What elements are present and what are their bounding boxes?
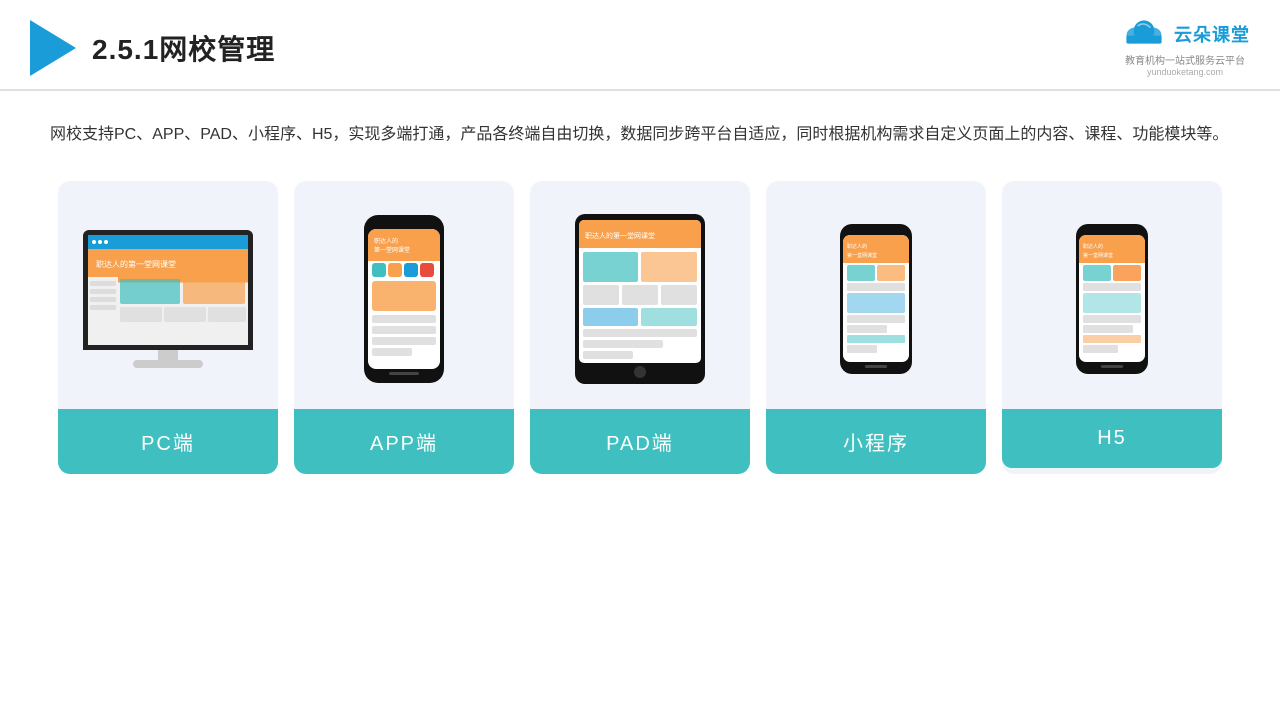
svg-text:第一堂网课堂: 第一堂网课堂 xyxy=(374,246,410,254)
card-label-app: APP端 xyxy=(294,409,514,474)
svg-text:职达人的第一堂网课堂: 职达人的第一堂网课堂 xyxy=(585,231,655,240)
card-h5: 职达人的 第一堂网课堂 xyxy=(1002,181,1222,474)
svg-text:职达人的: 职达人的 xyxy=(847,243,867,250)
brand-name: 云朵课堂 xyxy=(1174,21,1250,47)
svg-text:第一堂网课堂: 第一堂网课堂 xyxy=(847,252,877,259)
header-left: 2.5.1网校管理 xyxy=(30,20,275,76)
card-label-miniprogram: 小程序 xyxy=(766,409,986,474)
card-image-miniprogram: 职达人的 第一堂网课堂 xyxy=(776,199,976,399)
description-text: 网校支持PC、APP、PAD、小程序、H5，实现多端打通，产品各终端自由切换，数… xyxy=(50,119,1230,151)
card-image-app: 职达人的 第一堂网课堂 xyxy=(304,199,504,399)
card-label-h5: H5 xyxy=(1002,409,1222,468)
header-right: 云朵课堂 教育机构一站式服务云平台 yunduoketang.com xyxy=(1120,18,1250,77)
card-image-h5: 职达人的 第一堂网课堂 xyxy=(1012,199,1212,399)
pc-mockup: 职达人的第一堂网课堂 xyxy=(83,230,253,368)
phone-mockup-app: 职达人的 第一堂网课堂 xyxy=(364,215,444,383)
page-title: 2.5.1网校管理 xyxy=(92,28,275,68)
card-label-pad: PAD端 xyxy=(530,409,750,474)
card-image-pad: 职达人的第一堂网课堂 xyxy=(540,199,740,399)
logo-icon xyxy=(30,20,76,76)
card-pad: 职达人的第一堂网课堂 xyxy=(530,181,750,474)
svg-text:职达人的: 职达人的 xyxy=(374,237,398,245)
svg-text:职达人的第一堂网课堂: 职达人的第一堂网课堂 xyxy=(96,259,176,269)
svg-text:职达人的: 职达人的 xyxy=(1083,243,1103,250)
card-pc: 职达人的第一堂网课堂 xyxy=(58,181,278,474)
brand-url: yunduoketang.com xyxy=(1147,67,1223,77)
brand-tagline: 教育机构一站式服务云平台 xyxy=(1125,52,1245,67)
card-miniprogram: 职达人的 第一堂网课堂 xyxy=(766,181,986,474)
header: 2.5.1网校管理 云朵课堂 教育机构一站式服务云平台 yunduoketang… xyxy=(0,0,1280,91)
svg-text:第一堂网课堂: 第一堂网课堂 xyxy=(1083,252,1113,259)
platform-cards: 职达人的第一堂网课堂 xyxy=(50,181,1230,474)
card-label-pc: PC端 xyxy=(58,409,278,474)
main-content: 网校支持PC、APP、PAD、小程序、H5，实现多端打通，产品各终端自由切换，数… xyxy=(0,91,1280,494)
brand-logo: 云朵课堂 xyxy=(1120,18,1250,50)
phone-mini-mockup-h5: 职达人的 第一堂网课堂 xyxy=(1076,224,1148,374)
phone-mini-mockup-miniprogram: 职达人的 第一堂网课堂 xyxy=(840,224,912,374)
card-image-pc: 职达人的第一堂网课堂 xyxy=(68,199,268,399)
tablet-mockup: 职达人的第一堂网课堂 xyxy=(575,214,705,384)
card-app: 职达人的 第一堂网课堂 xyxy=(294,181,514,474)
cloud-icon xyxy=(1120,18,1168,50)
